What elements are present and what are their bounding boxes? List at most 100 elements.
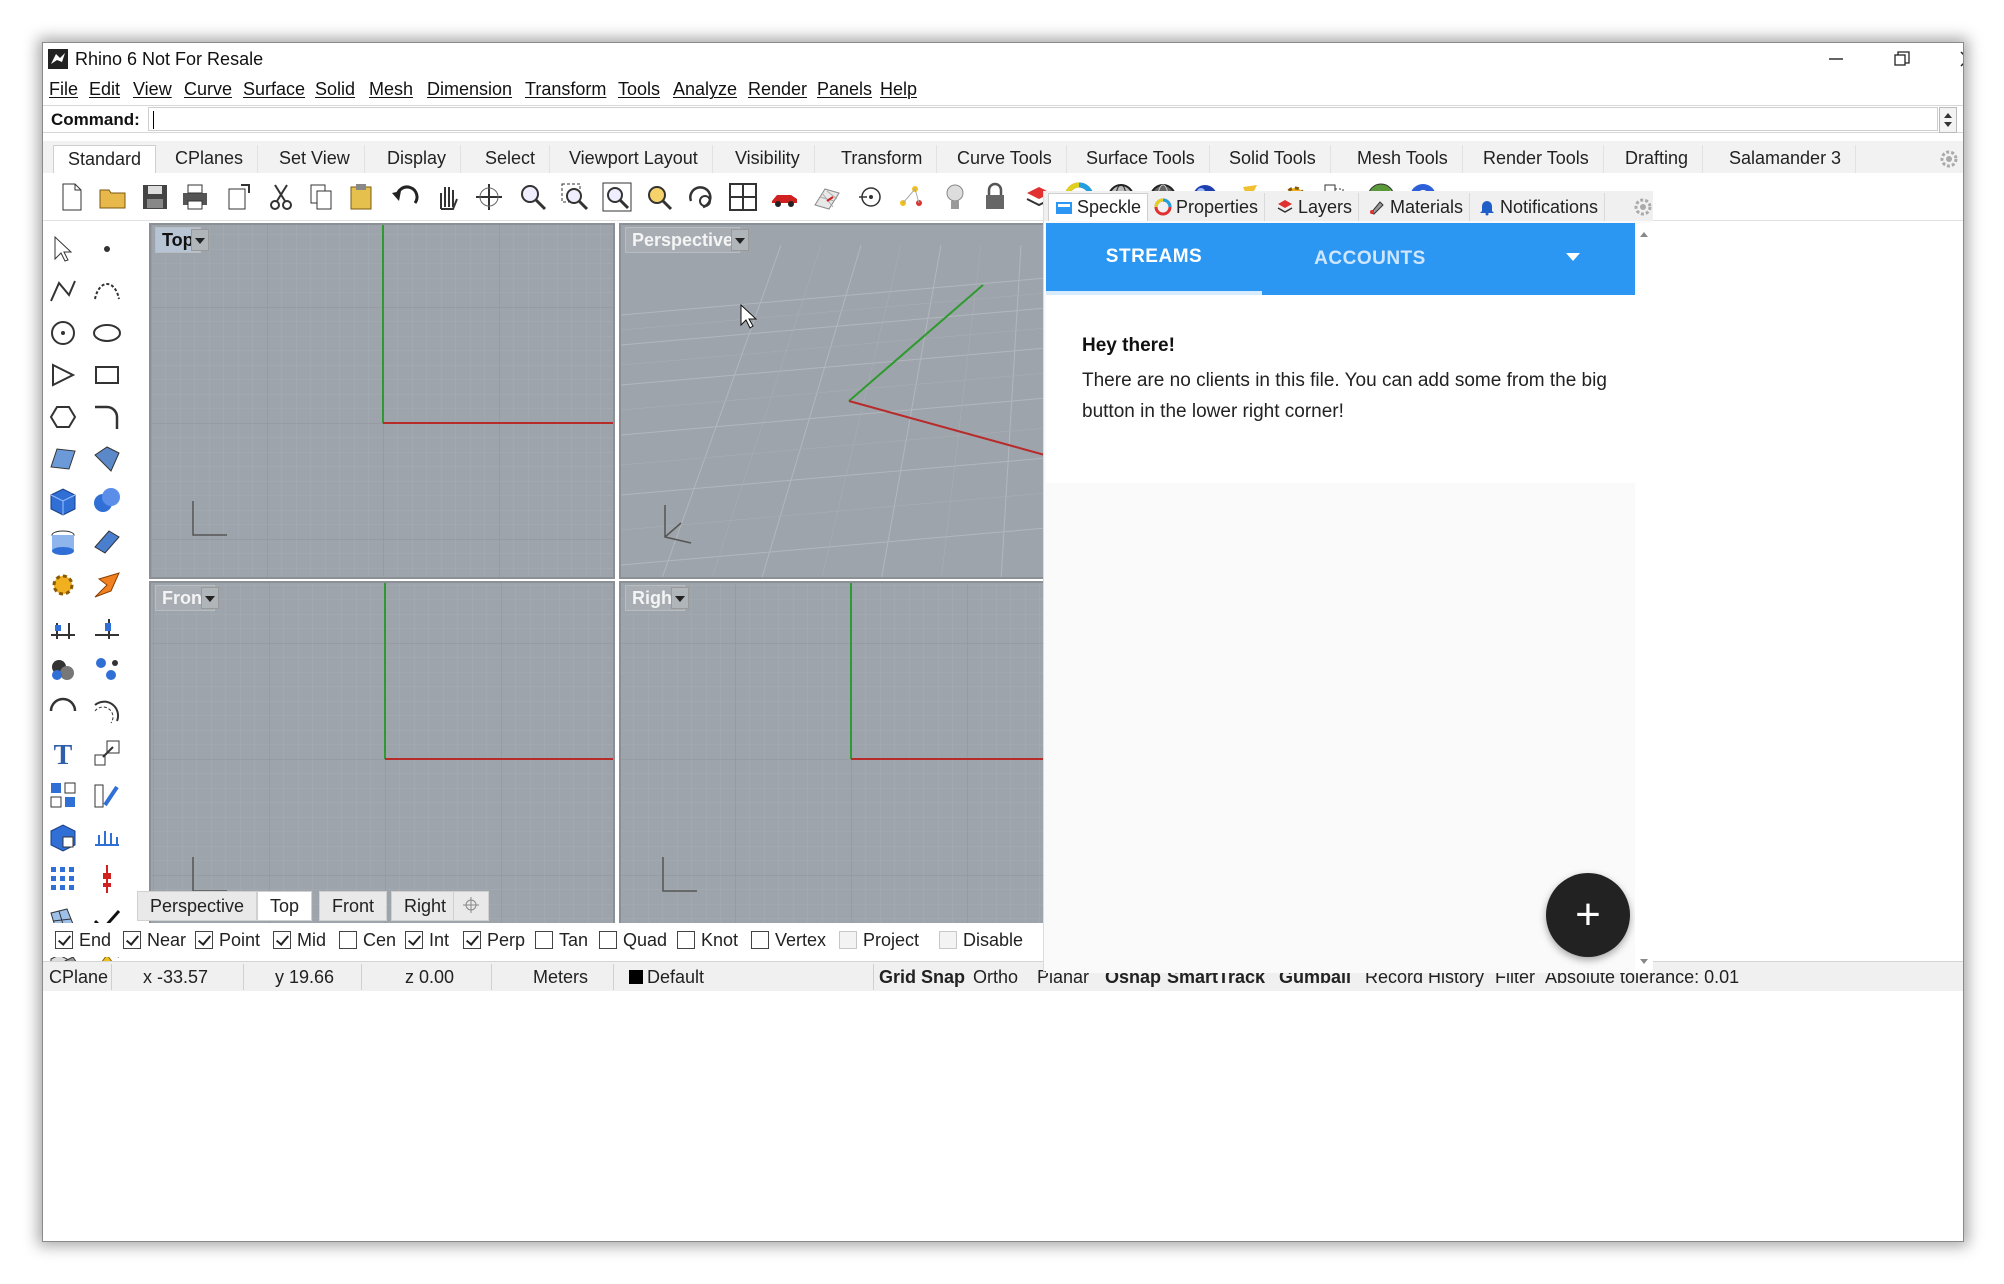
paste-icon[interactable] bbox=[345, 181, 377, 213]
viewport-menu-front[interactable] bbox=[201, 587, 219, 609]
panel-scrollbar[interactable] bbox=[1635, 223, 1653, 973]
pan-hand-icon[interactable] bbox=[431, 181, 463, 213]
osnap-project[interactable]: Project bbox=[839, 929, 919, 951]
add-client-button[interactable]: + bbox=[1546, 873, 1630, 957]
panel-tab-layers[interactable]: Layers bbox=[1270, 193, 1360, 221]
toolbar-settings-gear-icon[interactable] bbox=[1939, 149, 1959, 169]
contour-icon[interactable] bbox=[91, 821, 123, 853]
viewport-menu-right[interactable] bbox=[671, 587, 689, 609]
menu-solid[interactable]: Solid bbox=[315, 79, 355, 100]
light-bulb-icon[interactable] bbox=[939, 181, 971, 213]
menu-render[interactable]: Render bbox=[748, 79, 807, 100]
dimension-icon[interactable] bbox=[47, 611, 79, 643]
tab-drafting[interactable]: Drafting bbox=[1611, 145, 1704, 173]
status-grid-snap[interactable]: Grid Snap bbox=[879, 967, 965, 988]
menu-view[interactable]: View bbox=[133, 79, 172, 100]
speckle-tab-streams[interactable]: STREAMS bbox=[1046, 223, 1262, 295]
menu-tools[interactable]: Tools bbox=[618, 79, 660, 100]
offset-curve-icon[interactable] bbox=[91, 695, 123, 727]
zoom-extents-icon[interactable] bbox=[601, 181, 633, 213]
cut-icon[interactable] bbox=[265, 181, 297, 213]
osnap-point[interactable]: Point bbox=[195, 929, 260, 951]
menu-transform[interactable]: Transform bbox=[525, 79, 606, 100]
rotate-view-icon[interactable] bbox=[473, 181, 505, 213]
menu-dimension[interactable]: Dimension bbox=[427, 79, 512, 100]
scale-icon[interactable] bbox=[91, 737, 123, 769]
osnap-project-checkbox[interactable] bbox=[839, 931, 857, 949]
lock-icon[interactable] bbox=[979, 181, 1011, 213]
panel-tab-notifications[interactable]: Notifications bbox=[1472, 193, 1606, 221]
osnap-perp-checkbox[interactable] bbox=[463, 931, 481, 949]
surface-icon[interactable] bbox=[47, 443, 79, 475]
viewport-menu-perspective[interactable] bbox=[731, 229, 749, 251]
curve-icon[interactable] bbox=[91, 275, 123, 307]
panel-settings-gear-icon[interactable] bbox=[1633, 197, 1653, 217]
select-arrow-icon[interactable] bbox=[47, 233, 79, 265]
speckle-tab-accounts[interactable]: ACCOUNTS bbox=[1262, 223, 1478, 295]
tab-visibility[interactable]: Visibility bbox=[721, 145, 815, 173]
viewport-tab-top[interactable]: Top bbox=[257, 891, 313, 921]
zoom-icon[interactable] bbox=[517, 181, 549, 213]
osnap-cen-checkbox[interactable] bbox=[339, 931, 357, 949]
hexagon-icon[interactable] bbox=[47, 401, 79, 433]
tab-salamander-3[interactable]: Salamander 3 bbox=[1715, 145, 1857, 173]
command-history-spinner[interactable] bbox=[1939, 107, 1957, 133]
circle-icon[interactable] bbox=[47, 317, 79, 349]
menu-file[interactable]: File bbox=[49, 79, 78, 100]
speckle-more-chevron-icon[interactable] bbox=[1566, 253, 1580, 261]
menu-curve[interactable]: Curve bbox=[184, 79, 232, 100]
restore-button[interactable] bbox=[1867, 43, 1937, 75]
viewport-title-perspective[interactable]: Perspective bbox=[625, 227, 741, 253]
osnap-int-checkbox[interactable] bbox=[405, 931, 423, 949]
viewport-top[interactable]: Top bbox=[149, 223, 615, 579]
menu-surface[interactable]: Surface bbox=[243, 79, 305, 100]
rectangle-icon[interactable] bbox=[91, 359, 123, 391]
point-icon[interactable] bbox=[91, 233, 123, 265]
reset-view-icon[interactable] bbox=[685, 181, 717, 213]
snap-point-icon[interactable] bbox=[855, 181, 887, 213]
grid-icon[interactable] bbox=[811, 181, 843, 213]
points-icon[interactable] bbox=[895, 181, 927, 213]
panel-tab-properties[interactable]: Properties bbox=[1148, 193, 1266, 221]
zoom-selected-icon[interactable] bbox=[643, 181, 675, 213]
osnap-disable[interactable]: Disable bbox=[939, 929, 1023, 951]
boolean-union-icon[interactable] bbox=[91, 485, 123, 517]
split-icon[interactable] bbox=[91, 611, 123, 643]
four-viewports-icon[interactable] bbox=[727, 181, 759, 213]
viewport-tab-right[interactable]: Right bbox=[391, 891, 460, 921]
tab-surface-tools[interactable]: Surface Tools bbox=[1072, 145, 1210, 173]
tab-standard[interactable]: Standard bbox=[53, 145, 157, 173]
box-icon[interactable] bbox=[47, 485, 79, 517]
import-icon[interactable] bbox=[223, 181, 255, 213]
osnap-perp[interactable]: Perp bbox=[463, 929, 525, 951]
tab-transform[interactable]: Transform bbox=[827, 145, 938, 173]
osnap-quad[interactable]: Quad bbox=[599, 929, 667, 951]
osnap-cen[interactable]: Cen bbox=[339, 929, 396, 951]
tab-set-view[interactable]: Set View bbox=[265, 145, 365, 173]
status-cplane[interactable]: CPlane bbox=[49, 967, 108, 988]
osnap-vertex-checkbox[interactable] bbox=[751, 931, 769, 949]
osnap-knot[interactable]: Knot bbox=[677, 929, 738, 951]
draft-angle-icon[interactable] bbox=[91, 779, 123, 811]
point-grid-icon[interactable] bbox=[47, 863, 79, 895]
panel-tab-speckle[interactable]: Speckle bbox=[1048, 193, 1149, 221]
arc-icon[interactable] bbox=[47, 695, 79, 727]
car-icon[interactable] bbox=[769, 181, 801, 213]
osnap-knot-checkbox[interactable] bbox=[677, 931, 695, 949]
gumball-icon[interactable] bbox=[91, 863, 123, 895]
undo-icon[interactable] bbox=[389, 181, 421, 213]
explode-icon[interactable] bbox=[91, 569, 123, 601]
block-icon[interactable] bbox=[47, 779, 79, 811]
menu-edit[interactable]: Edit bbox=[89, 79, 120, 100]
ellipse-icon[interactable] bbox=[91, 317, 123, 349]
viewport-right[interactable]: Right bbox=[619, 581, 1079, 933]
zoom-window-icon[interactable] bbox=[559, 181, 591, 213]
osnap-mid-checkbox[interactable] bbox=[273, 931, 291, 949]
group-icon[interactable] bbox=[47, 653, 79, 685]
open-folder-icon[interactable] bbox=[97, 181, 129, 213]
tab-solid-tools[interactable]: Solid Tools bbox=[1215, 145, 1331, 173]
tab-curve-tools[interactable]: Curve Tools bbox=[943, 145, 1067, 173]
polygon-icon[interactable] bbox=[47, 359, 79, 391]
viewport-perspective[interactable]: Perspective bbox=[619, 223, 1079, 579]
panel-tab-materials[interactable]: Materials bbox=[1362, 193, 1471, 221]
